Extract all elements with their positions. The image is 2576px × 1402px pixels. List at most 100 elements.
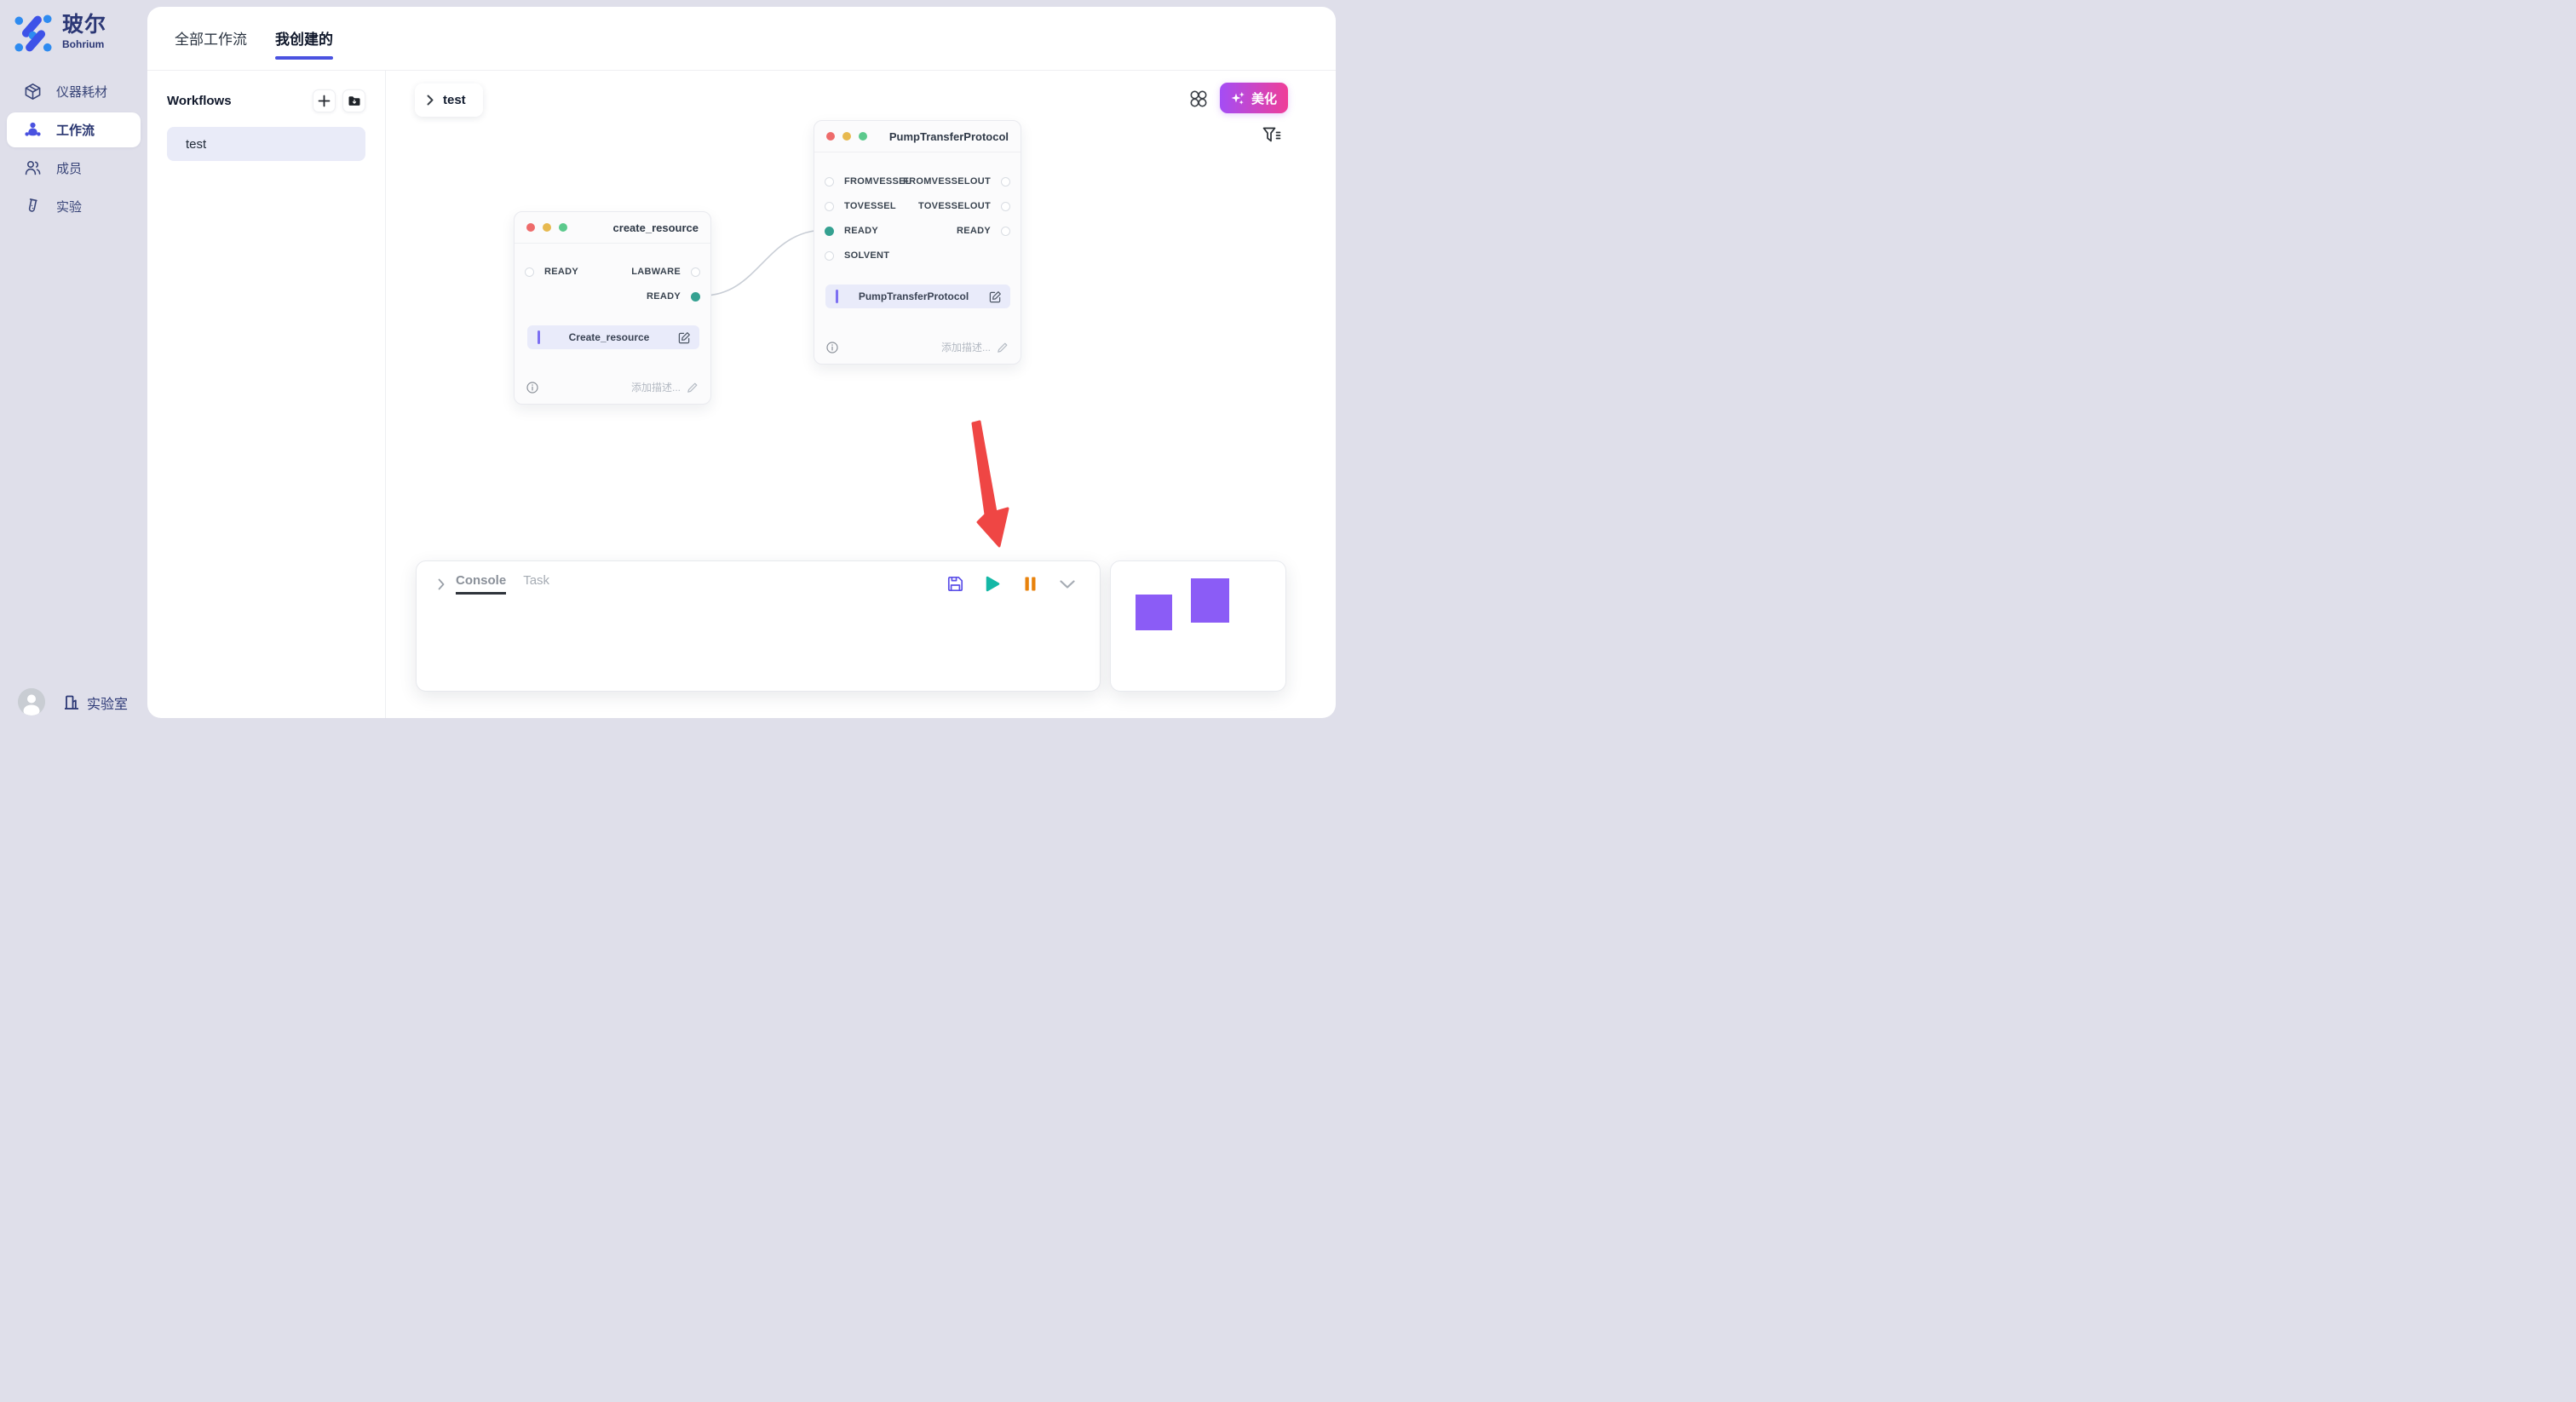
node-action-pill[interactable]: Create_resource xyxy=(527,325,699,349)
sidebar: 玻尔 Bohrium 仪器耗材 工作流 xyxy=(0,0,147,727)
port-label: SOLVENT xyxy=(844,250,889,261)
output-port-connected[interactable] xyxy=(691,292,700,302)
chevron-right-icon xyxy=(427,95,434,106)
output-port[interactable] xyxy=(691,267,700,277)
workflow-people-icon xyxy=(24,121,42,139)
port-label: READY xyxy=(647,291,681,302)
dot-red xyxy=(526,223,535,232)
add-workflow-button[interactable] xyxy=(313,89,336,112)
input-port[interactable] xyxy=(825,251,834,261)
dot-green xyxy=(859,132,867,141)
workspace-label: 实验室 xyxy=(87,692,128,713)
edit-icon[interactable] xyxy=(678,331,691,344)
dot-yellow xyxy=(543,223,551,232)
info-icon[interactable] xyxy=(526,382,538,394)
plus-icon xyxy=(318,95,331,107)
members-icon xyxy=(24,159,42,177)
node-create-resource[interactable]: create_resource READY LABWARE READY Crea… xyxy=(514,211,711,405)
traffic-dots xyxy=(526,223,567,232)
port-label: READY xyxy=(957,226,991,236)
workflow-canvas[interactable]: test 美化 cr xyxy=(386,71,1336,718)
node-title: create_resource xyxy=(613,221,699,234)
filter-icon[interactable] xyxy=(1262,127,1281,144)
breadcrumb[interactable]: test xyxy=(415,83,483,117)
import-workflow-button[interactable] xyxy=(342,89,365,112)
tab-all-workflows[interactable]: 全部工作流 xyxy=(175,27,247,50)
sidebar-item-label: 成员 xyxy=(56,159,82,177)
collapse-panel-button[interactable] xyxy=(1059,576,1076,593)
brand-subtitle: Bohrium xyxy=(62,38,106,50)
avatar[interactable] xyxy=(18,688,45,715)
dot-yellow xyxy=(842,132,851,141)
workflows-panel: Workflows test xyxy=(147,71,386,718)
pause-button[interactable] xyxy=(1021,576,1038,593)
output-port[interactable] xyxy=(1001,177,1010,187)
action-label: Create_resource xyxy=(540,331,678,343)
command-palette-icon[interactable] xyxy=(1189,89,1208,108)
brand-name: 玻尔 xyxy=(62,14,106,37)
node-header: create_resource xyxy=(515,212,710,244)
port-label: FROMVESSELOUT xyxy=(903,176,991,187)
console-expand-icon[interactable] xyxy=(438,578,445,590)
sidebar-nav: 仪器耗材 工作流 成员 xyxy=(7,72,141,226)
save-icon xyxy=(947,576,963,592)
port-row: READY xyxy=(814,224,1021,238)
test-tube-icon xyxy=(24,198,42,215)
pencil-icon[interactable] xyxy=(687,382,699,394)
package-icon xyxy=(24,83,42,101)
port-label: LABWARE xyxy=(631,267,681,277)
port-row: SOLVENT xyxy=(814,249,1021,262)
tab-created-by-me[interactable]: 我创建的 xyxy=(275,27,333,50)
port-row: FROMVESSELOUT xyxy=(814,175,1021,188)
avatar-person-icon xyxy=(18,688,45,715)
console-header: Console Task xyxy=(417,561,1100,595)
traffic-dots xyxy=(826,132,867,141)
node-pump-transfer-protocol[interactable]: PumpTransferProtocol FROMVESSEL FROMVESS… xyxy=(814,120,1021,365)
minimap[interactable] xyxy=(1110,560,1286,692)
dot-red xyxy=(826,132,835,141)
sidebar-item-label: 工作流 xyxy=(56,121,95,139)
action-label: PumpTransferProtocol xyxy=(838,290,989,302)
node-title: PumpTransferProtocol xyxy=(889,130,1009,143)
run-button[interactable] xyxy=(984,576,1001,593)
tab-console[interactable]: Console xyxy=(456,573,506,595)
save-button[interactable] xyxy=(946,576,963,593)
pencil-icon[interactable] xyxy=(997,342,1009,353)
tab-task[interactable]: Task xyxy=(523,573,549,595)
minimap-node xyxy=(1136,595,1172,630)
sidebar-item-instruments[interactable]: 仪器耗材 xyxy=(7,72,141,111)
sidebar-item-members[interactable]: 成员 xyxy=(7,149,141,187)
port-row: LABWARE xyxy=(515,265,710,279)
minimap-node xyxy=(1191,578,1229,623)
bohrium-logo-icon xyxy=(14,14,53,53)
sparkles-icon xyxy=(1231,91,1245,106)
beautify-button[interactable]: 美化 xyxy=(1220,83,1288,113)
workspace-switcher[interactable]: 实验室 xyxy=(63,692,128,713)
workflow-tabbar: 全部工作流 我创建的 xyxy=(147,7,1336,71)
lab-building-icon xyxy=(63,694,80,711)
output-port[interactable] xyxy=(1001,227,1010,236)
edit-icon[interactable] xyxy=(989,290,1002,303)
description-placeholder[interactable]: 添加描述... xyxy=(631,380,681,394)
console-panel: Console Task xyxy=(416,560,1101,692)
workflow-list-item[interactable]: test xyxy=(167,127,365,161)
info-icon[interactable] xyxy=(826,342,838,353)
port-row: TOVESSELOUT xyxy=(814,199,1021,213)
folder-import-icon xyxy=(348,95,361,107)
breadcrumb-label: test xyxy=(443,93,466,107)
output-port[interactable] xyxy=(1001,202,1010,211)
node-footer: 添加描述... xyxy=(826,340,1009,354)
sidebar-item-label: 仪器耗材 xyxy=(56,83,107,101)
play-icon xyxy=(986,576,1000,592)
node-header: PumpTransferProtocol xyxy=(814,121,1021,152)
console-actions xyxy=(946,576,1083,593)
node-footer: 添加描述... xyxy=(526,380,699,394)
beautify-label: 美化 xyxy=(1251,89,1277,107)
description-placeholder[interactable]: 添加描述... xyxy=(941,340,991,354)
sidebar-item-experiments[interactable]: 实验 xyxy=(7,187,141,226)
brand-logo: 玻尔 Bohrium xyxy=(14,14,106,53)
dot-green xyxy=(559,223,567,232)
node-action-pill[interactable]: PumpTransferProtocol xyxy=(825,284,1010,308)
sidebar-item-label: 实验 xyxy=(56,198,82,215)
sidebar-item-workflow[interactable]: 工作流 xyxy=(7,112,141,147)
